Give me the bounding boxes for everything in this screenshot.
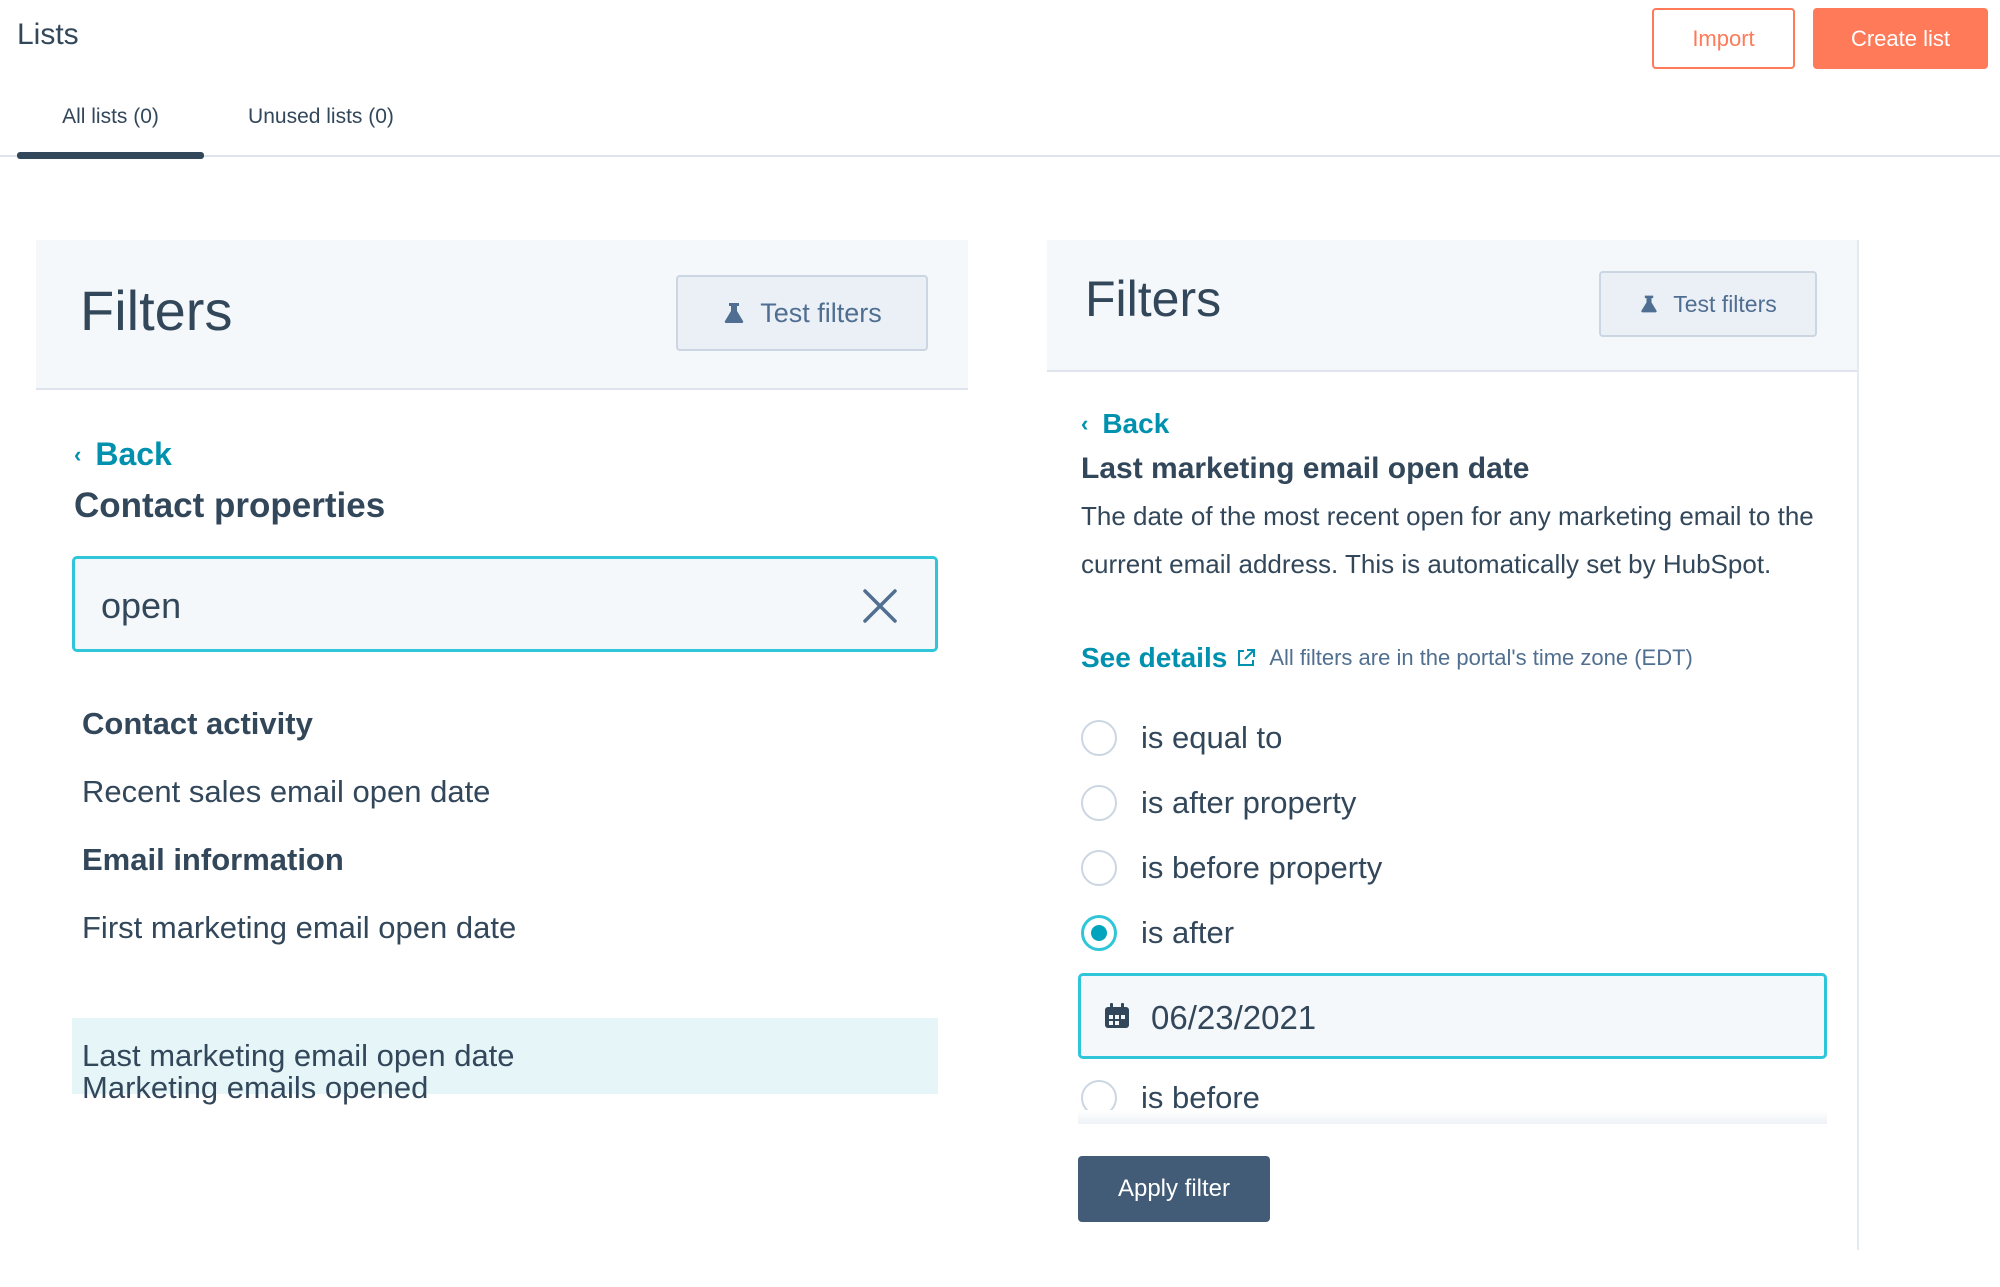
external-link-icon[interactable] [1235, 647, 1257, 669]
group-label-contact-activity: Contact activity [82, 706, 313, 741]
page-title: Lists [17, 18, 79, 51]
filters-title: Filters [1085, 271, 1222, 327]
tab-unused-lists[interactable]: Unused lists (0) [226, 95, 416, 157]
filters-panel-search: Filters Test filters ‹ Back Contact prop… [36, 240, 968, 1170]
see-details-link[interactable]: See details [1081, 642, 1227, 674]
create-list-button[interactable]: Create list [1813, 8, 1988, 69]
radio-button-checked[interactable] [1081, 915, 1117, 951]
test-filters-button[interactable]: Test filters [1599, 271, 1817, 337]
back-label: Back [95, 436, 172, 472]
radio-button[interactable] [1081, 850, 1117, 886]
test-filters-label: Test filters [1673, 290, 1777, 317]
panel-header: Filters Test filters [36, 240, 968, 390]
back-link[interactable]: ‹ Back [1081, 408, 1169, 440]
property-title: Last marketing email open date [1081, 452, 1530, 485]
chevron-left-icon: ‹ [1081, 411, 1089, 436]
radio-option-is-equal-to[interactable]: is equal to [1081, 720, 1282, 756]
radio-label: is before property [1141, 850, 1383, 885]
list-item[interactable]: Marketing emails opened [72, 1050, 938, 1126]
radio-label: is equal to [1141, 720, 1283, 755]
chevron-left-icon: ‹ [74, 441, 82, 467]
import-button[interactable]: Import [1652, 8, 1795, 69]
list-item[interactable]: First marketing email open date [72, 890, 938, 966]
radio-button[interactable] [1081, 720, 1117, 756]
radio-button[interactable] [1081, 785, 1117, 821]
filters-panel-property: Filters Test filters ‹ Back Last marketi… [1047, 240, 1859, 1250]
search-input[interactable] [99, 577, 803, 635]
radio-option-is-before-property[interactable]: is before property [1081, 850, 1382, 886]
date-field[interactable] [1078, 973, 1827, 1059]
property-search[interactable] [72, 556, 938, 652]
tab-all-lists[interactable]: All lists (0) [17, 95, 204, 157]
flask-icon [1641, 295, 1657, 313]
list-item[interactable]: Recent sales email open date [72, 754, 938, 830]
calendar-icon [1105, 1003, 1129, 1028]
back-link[interactable]: ‹ Back [74, 436, 172, 473]
radio-option-is-after[interactable]: is after [1081, 915, 1234, 951]
tab-bar: All lists (0) Unused lists (0) [0, 95, 2000, 157]
flask-icon [725, 303, 744, 323]
timezone-note: All filters are in the portal's time zon… [1269, 645, 1693, 670]
panel-header: Filters Test filters [1047, 240, 1857, 372]
radio-label: is after [1141, 915, 1235, 950]
radio-option-is-after-property[interactable]: is after property [1081, 785, 1356, 821]
details-row: See details All filters are in the porta… [1081, 642, 1693, 674]
back-label: Back [1102, 408, 1170, 439]
scroll-fade [1078, 1110, 1827, 1124]
filters-title: Filters [80, 279, 233, 342]
active-tab-indicator [17, 152, 204, 159]
section-title: Contact properties [74, 486, 386, 525]
test-filters-label: Test filters [760, 297, 882, 328]
tab-divider [0, 155, 2000, 157]
radio-label: is after property [1141, 785, 1357, 820]
group-label-email-information: Email information [82, 842, 344, 877]
apply-filter-button[interactable]: Apply filter [1078, 1156, 1270, 1222]
property-description: The date of the most recent open for any… [1081, 501, 1814, 579]
close-icon[interactable] [861, 587, 899, 625]
test-filters-button[interactable]: Test filters [676, 275, 928, 351]
date-input[interactable] [1149, 990, 1753, 1046]
